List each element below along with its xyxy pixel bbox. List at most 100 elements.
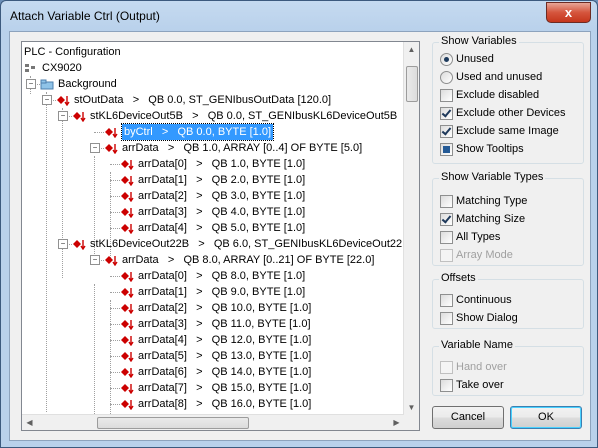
vertical-scrollbar[interactable]: ▲ ▼ <box>403 42 419 415</box>
tree-node-label: arrData[4] > QB 5.0, BYTE [1.0] <box>138 222 306 234</box>
tree-node-label: arrData[0] > QB 1.0, BYTE [1.0] <box>138 158 306 170</box>
tree-node[interactable]: byCtrl > QB 0.0, BYTE [1.0] <box>22 123 404 141</box>
tree-content: PLC - Configuration CX9020− Background − stO… <box>22 42 404 415</box>
tree-node-label: arrData[2] > QB 10.0, BYTE [1.0] <box>138 302 312 314</box>
horizontal-scroll-thumb[interactable] <box>97 417 249 429</box>
collapse-icon[interactable]: − <box>90 143 100 153</box>
close-button[interactable]: x <box>546 2 591 23</box>
tree-node[interactable]: CX9020 <box>22 60 404 76</box>
checkbox-checked-icon[interactable] <box>440 107 453 120</box>
hand-over-label: Hand over <box>456 361 507 373</box>
tree-node-label: PLC - Configuration <box>24 46 121 58</box>
checkbox-unchecked-icon[interactable] <box>440 195 453 208</box>
tree-node[interactable]: − arrData > QB 8.0, ARRAY [0..21] OF BYTE… <box>22 252 404 268</box>
tree-node[interactable]: − stOutData > QB 0.0, ST_GENIbusOutData [… <box>22 92 404 108</box>
folder-icon <box>40 79 54 90</box>
tree-node[interactable]: arrData[3] > QB 11.0, BYTE [1.0] <box>22 316 404 332</box>
tree-node[interactable]: arrData[2] > QB 3.0, BYTE [1.0] <box>22 188 404 204</box>
offsets-title: Offsets <box>439 272 478 284</box>
tree-node[interactable]: arrData[0] > QB 1.0, BYTE [1.0] <box>22 156 404 172</box>
output-variable-icon <box>72 239 86 251</box>
output-variable-icon <box>104 255 118 267</box>
dialog-client-area: PLC - Configuration CX9020− Background − stO… <box>9 31 591 441</box>
tree-node-label: arrData[0] > QB 8.0, BYTE [1.0] <box>138 270 306 282</box>
tree-node-label: arrData[4] > QB 12.0, BYTE [1.0] <box>138 334 312 346</box>
ok-button[interactable]: OK <box>510 406 582 429</box>
show-variables-title: Show Variables <box>439 35 519 47</box>
scroll-left-icon[interactable]: ◀ <box>22 415 37 430</box>
tree-node-label: stOutData > QB 0.0, ST_GENIbusOutData [1… <box>74 94 332 106</box>
tree-node[interactable]: arrData[4] > QB 5.0, BYTE [1.0] <box>22 220 404 236</box>
output-variable-icon <box>72 111 86 123</box>
tree-node[interactable]: arrData[6] > QB 14.0, BYTE [1.0] <box>22 364 404 380</box>
checkbox-filled-icon[interactable] <box>440 143 453 156</box>
variable-tree[interactable]: PLC - Configuration CX9020− Background − stO… <box>21 41 420 431</box>
output-variable-icon <box>120 191 134 203</box>
output-variable-icon <box>104 143 118 155</box>
tree-node-label: arrData[1] > QB 2.0, BYTE [1.0] <box>138 174 306 186</box>
tree-node-label: stKL6DeviceOut22B > QB 6.0, ST_GENIbusKL… <box>90 238 404 250</box>
exclude-disabled-label: Exclude disabled <box>456 89 540 101</box>
offsets-group: Offsets Continuous Show Dialog <box>432 272 584 329</box>
output-variable-icon <box>120 367 134 379</box>
checkbox-checked-icon[interactable] <box>440 213 453 226</box>
output-variable-icon <box>120 271 134 283</box>
tree-node[interactable]: arrData[3] > QB 4.0, BYTE [1.0] <box>22 204 404 220</box>
checkbox-unchecked-icon[interactable] <box>440 312 453 325</box>
show-variable-types-title: Show Variable Types <box>439 171 546 183</box>
collapse-icon[interactable]: − <box>58 239 68 249</box>
tree-node[interactable]: − stKL6DeviceOut5B > QB 0.0, ST_GENIbusKL… <box>22 108 404 124</box>
tree-node[interactable]: − stKL6DeviceOut22B > QB 6.0, ST_GENIbusK… <box>22 236 404 252</box>
variable-name-title: Variable Name <box>439 339 515 351</box>
matching-size-label: Matching Size <box>456 213 526 225</box>
checkbox-unchecked-icon[interactable] <box>440 379 453 392</box>
horizontal-scrollbar[interactable]: ◀ ▶ <box>22 414 404 430</box>
output-variable-icon <box>120 351 134 363</box>
tree-node[interactable]: arrData[1] > QB 2.0, BYTE [1.0] <box>22 172 404 188</box>
checkbox-unchecked-icon[interactable] <box>440 89 453 102</box>
radio-unchecked-icon[interactable] <box>440 71 453 84</box>
scroll-down-icon[interactable]: ▼ <box>404 400 419 415</box>
tree-node-label: arrData > QB 1.0, ARRAY [0..4] OF BYTE [… <box>122 142 363 154</box>
scroll-right-icon[interactable]: ▶ <box>389 415 404 430</box>
scroll-up-icon[interactable]: ▲ <box>404 42 419 57</box>
take-over-label: Take over <box>456 379 504 391</box>
collapse-icon[interactable]: − <box>42 95 52 105</box>
collapse-icon[interactable]: − <box>26 79 36 89</box>
tree-node-label: CX9020 <box>42 62 82 74</box>
tree-node[interactable]: arrData[1] > QB 9.0, BYTE [1.0] <box>22 284 404 300</box>
checkbox-disabled-icon <box>440 249 453 262</box>
exclude-same-image-label: Exclude same Image <box>456 125 559 137</box>
tree-node-label: arrData[3] > QB 11.0, BYTE [1.0] <box>138 318 311 330</box>
variable-name-group: Variable Name Hand over Take over <box>432 339 584 396</box>
tree-node-label: arrData > QB 8.0, ARRAY [0..21] OF BYTE … <box>122 254 375 266</box>
tree-node[interactable]: arrData[4] > QB 12.0, BYTE [1.0] <box>22 332 404 348</box>
tree-node-label: arrData[6] > QB 14.0, BYTE [1.0] <box>138 366 312 378</box>
collapse-icon[interactable]: − <box>90 255 100 265</box>
show-variables-group: Show Variables Unused Used and unused Ex… <box>432 35 584 164</box>
tree-node[interactable]: PLC - Configuration <box>22 44 404 60</box>
cancel-button[interactable]: Cancel <box>432 406 504 429</box>
all-types-label: All Types <box>456 231 501 243</box>
vertical-scroll-thumb[interactable] <box>406 66 418 102</box>
title-bar[interactable]: Attach Variable Ctrl (Output) x <box>1 1 597 31</box>
output-variable-icon <box>120 399 134 411</box>
scrollbar-corner <box>404 415 419 430</box>
tree-node[interactable]: arrData[7] > QB 15.0, BYTE [1.0] <box>22 380 404 396</box>
tree-node[interactable]: arrData[0] > QB 8.0, BYTE [1.0] <box>22 268 404 284</box>
show-tooltips-label: Show Tooltips <box>456 143 524 155</box>
tree-node-label: Background <box>58 78 117 90</box>
checkbox-unchecked-icon[interactable] <box>440 231 453 244</box>
output-variable-icon <box>120 319 134 331</box>
tree-node[interactable]: arrData[2] > QB 10.0, BYTE [1.0] <box>22 300 404 316</box>
exclude-other-devices-label: Exclude other Devices <box>456 107 566 119</box>
checkbox-unchecked-icon[interactable] <box>440 294 453 307</box>
output-variable-icon <box>120 287 134 299</box>
tree-node[interactable]: − Background <box>22 76 404 92</box>
collapse-icon[interactable]: − <box>58 111 68 121</box>
tree-node[interactable]: arrData[5] > QB 13.0, BYTE [1.0] <box>22 348 404 364</box>
tree-node[interactable]: − arrData > QB 1.0, ARRAY [0..4] OF BYTE … <box>22 140 404 156</box>
tree-node[interactable]: arrData[8] > QB 16.0, BYTE [1.0] <box>22 396 404 412</box>
checkbox-checked-icon[interactable] <box>440 125 453 138</box>
radio-checked-icon[interactable] <box>440 53 453 66</box>
